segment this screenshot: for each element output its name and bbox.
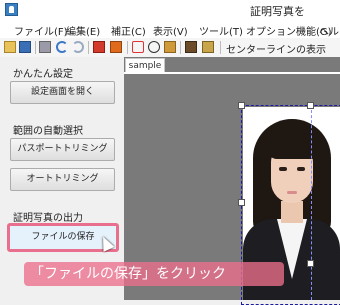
toolbar-separator (35, 41, 36, 54)
toolbar-separator (127, 41, 128, 54)
cut-icon[interactable] (132, 41, 144, 53)
tab-strip-line (124, 72, 340, 74)
rotate-right-icon[interactable] (110, 41, 122, 53)
copy-icon[interactable] (148, 41, 160, 53)
redo-icon[interactable] (72, 41, 84, 53)
resize-handle-left[interactable] (238, 199, 245, 206)
resize-handle-bottom[interactable] (307, 260, 314, 267)
print-icon[interactable] (39, 41, 51, 53)
centerline-toggle[interactable]: センターラインの表示 (226, 41, 326, 56)
menu-help[interactable]: ヘル (319, 23, 339, 38)
section-easy-settings: かんたん設定 (13, 69, 73, 80)
resize-handle-top[interactable] (307, 102, 314, 109)
auto-trim-button[interactable]: オートトリミング (10, 168, 115, 191)
menu-edit[interactable]: 編集(E) (66, 23, 100, 38)
image-icon[interactable] (185, 41, 197, 53)
save-disk-icon[interactable] (19, 41, 31, 53)
menu-tools[interactable]: ツール(T) (199, 23, 243, 38)
undo-icon[interactable] (56, 41, 68, 53)
app-icon (5, 3, 18, 16)
section-auto-select: 範囲の自動選択 (13, 126, 83, 137)
toolbar-separator (88, 41, 89, 54)
instruction-caption: 「ファイルの保存」をクリック (24, 262, 284, 286)
open-folder-icon[interactable] (4, 41, 16, 53)
toolbar-separator (220, 41, 221, 54)
rotate-left-icon[interactable] (93, 41, 105, 53)
tab-sample[interactable]: sample (125, 58, 165, 73)
menu-view[interactable]: 表示(V) (153, 23, 188, 38)
photo-frame-icon[interactable] (202, 41, 214, 53)
menu-bar: ファイル(F) 編集(E) 補正(C) 表示(V) ツール(T) オプション機能… (0, 20, 340, 39)
toolbar-separator (180, 41, 181, 54)
passport-trim-button[interactable]: パスポートトリミング (10, 138, 115, 161)
toolbar: センターラインの表示 (0, 38, 340, 58)
resize-handle-top-left[interactable] (238, 102, 245, 109)
paste-icon[interactable] (164, 41, 176, 53)
menu-file[interactable]: ファイル(F) (14, 23, 68, 38)
title-bar: 証明写真を (0, 0, 340, 20)
window-title: 証明写真を (250, 5, 305, 18)
menu-correct[interactable]: 補正(C) (111, 23, 146, 38)
section-photo-output: 証明写真の出力 (13, 213, 83, 224)
open-settings-button[interactable]: 設定画面を開く (10, 81, 115, 104)
